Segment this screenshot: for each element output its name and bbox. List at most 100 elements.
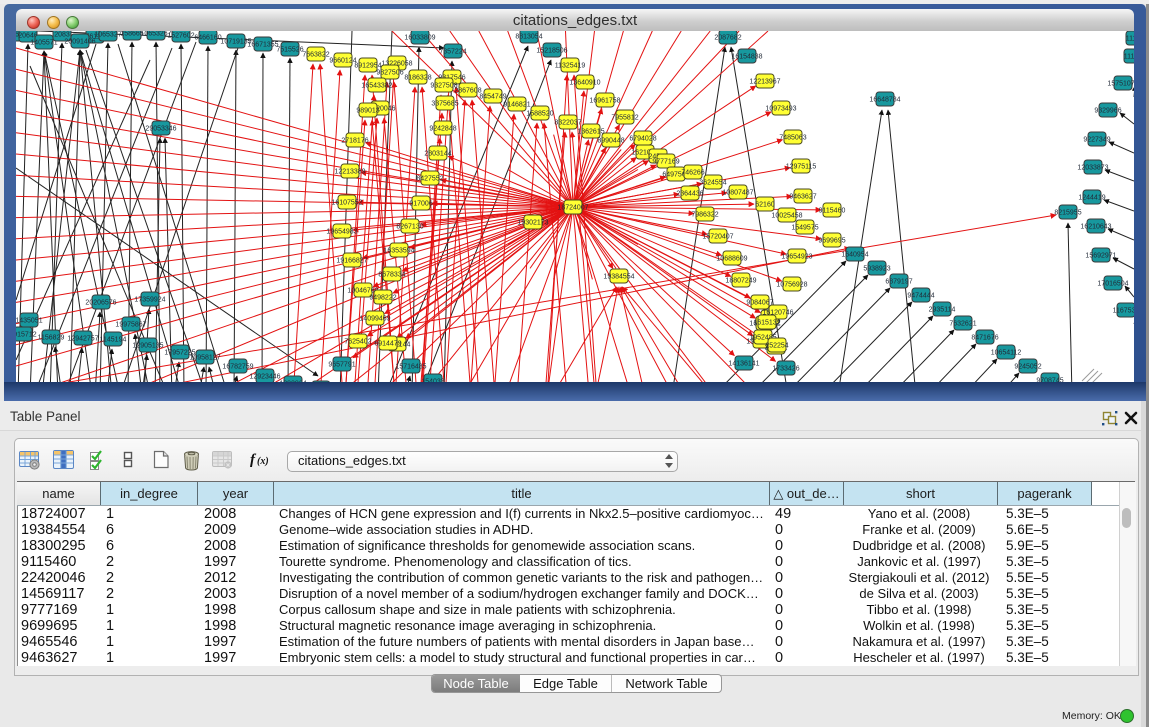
svg-text:16782759: 16782759 (222, 364, 253, 371)
svg-text:1615132: 1615132 (753, 320, 780, 327)
svg-text:917006: 917006 (409, 201, 432, 208)
svg-text:11325419: 11325419 (555, 63, 586, 70)
svg-text:15751074: 15751074 (1107, 81, 1134, 88)
svg-text:11154: 11154 (1126, 36, 1134, 43)
svg-text:1435051: 1435051 (16, 318, 43, 325)
svg-text:10973493: 10973493 (765, 106, 796, 113)
svg-text:1156829: 1156829 (38, 335, 65, 342)
svg-text:8427552: 8427552 (416, 176, 443, 183)
svg-text:16210643: 16210643 (1080, 224, 1111, 231)
svg-text:746266: 746266 (681, 170, 704, 177)
svg-text:2087682: 2087682 (714, 35, 741, 42)
svg-text:16033809: 16033809 (404, 35, 435, 42)
svg-text:1588520: 1588520 (526, 111, 553, 118)
svg-text:19166827: 19166827 (336, 258, 367, 265)
svg-text:18807249: 18807249 (725, 278, 756, 285)
svg-text:7485063: 7485063 (779, 135, 806, 142)
svg-text:1733426: 1733426 (772, 366, 799, 373)
svg-text:19975867: 19975867 (115, 322, 146, 329)
svg-text:19384554: 19384554 (603, 274, 634, 281)
svg-text:7986322: 7986322 (691, 212, 718, 219)
svg-text:7632621: 7632621 (949, 321, 976, 328)
svg-text:9708745: 9708745 (1036, 378, 1063, 383)
svg-text:7955812: 7955812 (611, 115, 638, 122)
svg-text:9329966: 9329966 (1094, 108, 1121, 115)
svg-text:9657791: 9657791 (328, 362, 355, 369)
svg-text:16107552: 16107552 (331, 200, 362, 207)
svg-text:16543382: 16543382 (361, 83, 392, 90)
svg-text:14099469: 14099469 (359, 316, 390, 323)
svg-text:16961758: 16961758 (589, 98, 620, 105)
svg-text:8322037: 8322037 (554, 120, 581, 127)
svg-text:10654112: 10654112 (991, 350, 1022, 357)
svg-text:1549575: 1549575 (791, 225, 818, 232)
svg-text:10958127: 10958127 (189, 355, 220, 362)
svg-text:6794028: 6794028 (629, 136, 656, 143)
svg-text:6466160: 6466160 (194, 35, 221, 42)
svg-text:8454749: 8454749 (479, 94, 506, 101)
svg-text:16154838: 16154838 (731, 54, 762, 61)
svg-text:7625402: 7625402 (344, 339, 371, 346)
svg-text:9245052: 9245052 (1014, 364, 1041, 371)
svg-text:1244419: 1244419 (1078, 195, 1105, 202)
svg-text:17359924: 17359924 (134, 297, 165, 304)
svg-text:1065327: 1065327 (94, 32, 121, 39)
svg-text:20091406: 20091406 (64, 39, 95, 46)
svg-text:62160: 62160 (755, 202, 775, 209)
svg-text:16648784: 16648784 (869, 97, 900, 104)
svg-text:1292864: 1292864 (279, 381, 306, 383)
svg-text:9777169: 9777169 (652, 159, 679, 166)
svg-text:3624554: 3624554 (699, 180, 726, 187)
svg-text:1362615: 1362615 (577, 129, 604, 136)
svg-text:12033873: 12033873 (1077, 165, 1108, 172)
svg-text:17016504: 17016504 (1097, 281, 1128, 288)
svg-text:1527602: 1527602 (167, 33, 194, 40)
svg-text:12923446: 12923446 (249, 374, 280, 381)
svg-text:2803144: 2803144 (424, 151, 451, 158)
svg-text:8990448: 8990448 (597, 138, 624, 145)
svg-text:6879197: 6879197 (885, 279, 912, 286)
svg-text:8215955: 8215955 (1054, 210, 1081, 217)
svg-text:(x): (x) (257, 456, 269, 467)
svg-text:9227349: 9227349 (1083, 137, 1110, 144)
svg-text:15692971: 15692971 (1085, 253, 1116, 260)
svg-text:20206576: 20206576 (85, 300, 116, 307)
svg-text:3915712: 3915712 (16, 332, 37, 339)
svg-text:9827506: 9827506 (376, 70, 403, 77)
svg-text:12942757: 12942757 (67, 336, 98, 343)
svg-text:13640910: 13640910 (569, 80, 600, 87)
svg-text:9242848: 9242848 (429, 126, 456, 133)
svg-text:7515526: 7515526 (276, 47, 303, 54)
svg-text:8678334: 8678334 (378, 272, 405, 279)
svg-text:14136141: 14136141 (728, 361, 759, 368)
svg-text:7663822: 7663822 (302, 52, 329, 59)
svg-text:1640954: 1640954 (841, 252, 868, 259)
svg-text:9498222: 9498222 (369, 295, 396, 302)
svg-text:19302173: 19302173 (517, 220, 548, 227)
svg-text:18724007: 18724007 (557, 205, 588, 212)
svg-text:5938923: 5938923 (863, 266, 890, 273)
svg-text:6914479: 6914479 (374, 341, 401, 348)
svg-text:19654923: 19654923 (781, 254, 812, 261)
svg-text:2935114: 2935114 (929, 307, 956, 314)
svg-text:8267130: 8267130 (396, 224, 423, 231)
svg-text:2867608: 2867608 (454, 88, 481, 95)
svg-text:8813054: 8813054 (515, 34, 542, 41)
svg-text:8186328: 8186328 (404, 75, 431, 82)
svg-text:9474444: 9474444 (907, 293, 934, 300)
svg-text:12975115: 12975115 (786, 164, 817, 171)
svg-text:29053346: 29053346 (145, 126, 176, 133)
svg-text:10756928: 10756928 (776, 282, 807, 289)
svg-text:12213967: 12213967 (749, 79, 780, 86)
svg-text:12213389: 12213389 (334, 169, 365, 176)
svg-text:9660124: 9660124 (329, 58, 356, 65)
svg-text:9463627: 9463627 (789, 194, 816, 201)
svg-text:f: f (250, 452, 257, 468)
svg-text:12905135: 12905135 (132, 343, 163, 350)
svg-text:9699695: 9699695 (818, 238, 845, 245)
svg-text:9115460: 9115460 (819, 208, 846, 215)
svg-text:15218506: 15218506 (536, 48, 567, 55)
svg-text:8471676: 8471676 (971, 335, 998, 342)
svg-text:8912954: 8912954 (354, 63, 381, 70)
svg-text:19654983: 19654983 (326, 229, 357, 236)
